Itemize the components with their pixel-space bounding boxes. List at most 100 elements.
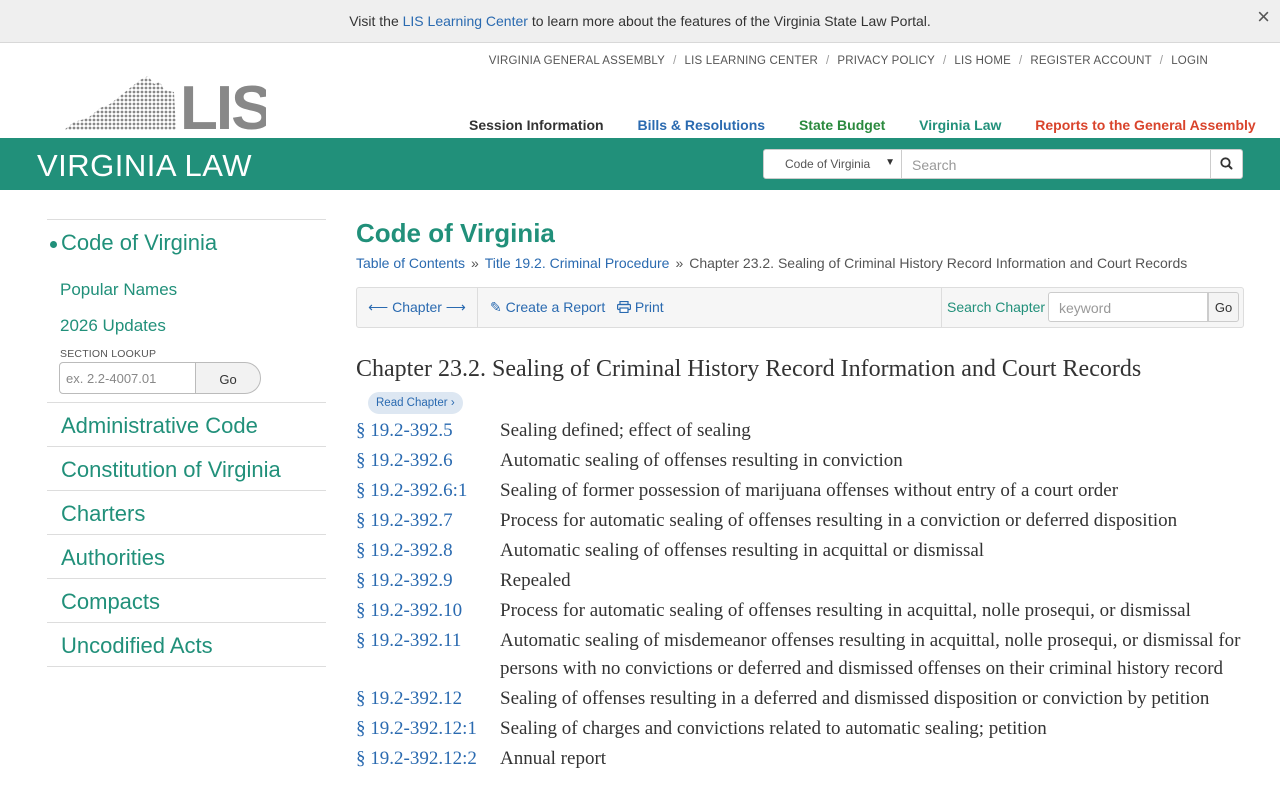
- print-icon: [617, 300, 632, 314]
- breadcrumb-table-of-contents[interactable]: Table of Contents: [356, 255, 465, 271]
- search-scope-value: Code of Virginia: [785, 157, 871, 171]
- sidebar-item-administrative-code[interactable]: Administrative Code: [47, 402, 326, 446]
- list-item: § 19.2-392.12:2 Annual report: [356, 745, 1244, 773]
- section-lookup-go-button[interactable]: Go: [195, 362, 261, 394]
- section-link[interactable]: § 19.2-392.9: [356, 567, 500, 595]
- section-title: Sealing of former possession of marijuan…: [500, 480, 1119, 501]
- chevron-right-icon: ›: [450, 397, 455, 409]
- section-title: Sealing of charges and convictions relat…: [500, 718, 1047, 739]
- utility-link-privacy-policy[interactable]: PRIVACY POLICY: [837, 55, 935, 67]
- chapter-heading: Chapter 23.2. Sealing of Criminal Histor…: [356, 356, 1142, 382]
- chapter-search-go-button[interactable]: Go: [1208, 292, 1239, 322]
- banner-title: VIRGINIA LAW: [37, 148, 253, 183]
- section-title: Automatic sealing of offenses resulting …: [500, 540, 985, 561]
- create-report-button[interactable]: ✎ Create a Report: [490, 288, 605, 327]
- section-link[interactable]: § 19.2-392.12: [356, 685, 500, 713]
- section-link[interactable]: § 19.2-392.12:1: [356, 715, 500, 743]
- section-title: Repealed: [500, 570, 571, 591]
- nav-bills-resolutions[interactable]: Bills & Resolutions: [637, 117, 765, 133]
- utility-link-lis-home[interactable]: LIS HOME: [954, 55, 1011, 67]
- sidebar-active-label: Code of Virginia: [61, 230, 218, 255]
- section-link[interactable]: § 19.2-392.11: [356, 627, 500, 683]
- section-lookup: ex. 2.2-4007.01 Go: [59, 362, 326, 402]
- section-link[interactable]: § 19.2-392.10: [356, 597, 500, 625]
- read-chapter-button[interactable]: Read Chapter ›: [368, 392, 463, 414]
- sidebar-subitem-popular-names[interactable]: Popular Names: [47, 280, 326, 316]
- sidebar: Code of Virginia Popular Names 2026 Upda…: [47, 219, 326, 667]
- utility-separator: /: [1159, 55, 1164, 67]
- read-chapter-label: Read Chapter: [376, 397, 448, 409]
- list-item: § 19.2-392.12:1 Sealing of charges and co…: [356, 715, 1244, 743]
- breadcrumb: Table of Contents » Title 19.2. Criminal P…: [356, 255, 1244, 271]
- prev-chapter-arrow-icon[interactable]: ⟵: [368, 299, 388, 315]
- section-title: Sealing defined; effect of sealing: [500, 420, 751, 441]
- nav-virginia-law[interactable]: Virginia Law: [919, 117, 1001, 133]
- utility-separator: /: [826, 55, 830, 67]
- section-link[interactable]: § 19.2-392.8: [356, 537, 500, 565]
- list-item: § 19.2-392.5 Sealing defined; effect of s…: [356, 417, 1244, 445]
- chapter-search: Search Chapter keyword Go: [941, 288, 1244, 327]
- section-list: § 19.2-392.5 Sealing defined; effect of s…: [356, 417, 1244, 773]
- lis-learning-center-link[interactable]: LIS Learning Center: [403, 13, 528, 29]
- section-link[interactable]: § 19.2-392.6:1: [356, 477, 500, 505]
- lis-logo[interactable]: LIS: [64, 74, 272, 143]
- print-button[interactable]: Print: [617, 288, 664, 327]
- chapter-navigation: ⟵ Chapter ⟶: [357, 288, 478, 327]
- sidebar-item-compacts[interactable]: Compacts: [47, 578, 326, 622]
- search-scope-select[interactable]: Code of Virginia ▼: [763, 149, 902, 179]
- section-link[interactable]: § 19.2-392.5: [356, 417, 500, 445]
- site-search-input[interactable]: Search: [901, 149, 1211, 179]
- chapter-search-input[interactable]: keyword: [1048, 292, 1208, 322]
- page-title: Code of Virginia: [356, 218, 555, 248]
- section-link[interactable]: § 19.2-392.12:2: [356, 745, 500, 773]
- utility-separator: /: [673, 55, 677, 67]
- virginia-law-banner: VIRGINIA LAW Code of Virginia ▼ Search: [0, 138, 1280, 190]
- active-dot-icon: [50, 241, 57, 248]
- section-title: Automatic sealing of misdemeanor offense…: [500, 630, 1241, 679]
- utility-separator: /: [943, 55, 947, 67]
- nav-state-budget[interactable]: State Budget: [799, 117, 885, 133]
- utility-link-general-assembly[interactable]: VIRGINIA GENERAL ASSEMBLY: [489, 55, 665, 67]
- site-search-button[interactable]: [1210, 149, 1243, 179]
- list-item: § 19.2-392.10 Process for automatic seali…: [356, 597, 1244, 625]
- virginia-map-logo-icon: LIS: [64, 74, 272, 143]
- breadcrumb-separator: »: [470, 255, 479, 271]
- section-lookup-input[interactable]: ex. 2.2-4007.01: [59, 362, 196, 394]
- sidebar-divider: [47, 666, 326, 667]
- chapter-toolbar: ⟵ Chapter ⟶ ✎ Create a Report Print Sear…: [356, 287, 1244, 328]
- sidebar-item-authorities[interactable]: Authorities: [47, 534, 326, 578]
- close-icon[interactable]: ×: [1257, 6, 1270, 28]
- next-chapter-arrow-icon[interactable]: ⟶: [446, 299, 466, 315]
- logo-text: LIS: [180, 74, 266, 132]
- chapter-nav-label: Chapter: [392, 299, 442, 315]
- search-icon: [1220, 157, 1233, 170]
- list-item: § 19.2-392.8 Automatic sealing of offense…: [356, 537, 1244, 565]
- list-item: § 19.2-392.7 Process for automatic sealin…: [356, 507, 1244, 535]
- print-label: Print: [634, 299, 664, 315]
- list-item: § 19.2-392.6:1 Sealing of former possessi…: [356, 477, 1244, 505]
- sidebar-subitem-2026-updates[interactable]: 2026 Updates: [47, 316, 326, 352]
- announcement-text: Visit the LIS Learning Center to learn m…: [0, 13, 1280, 29]
- utility-link-login[interactable]: LOGIN: [1171, 55, 1208, 67]
- section-title: Annual report: [500, 748, 607, 769]
- nav-reports[interactable]: Reports to the General Assembly: [1035, 117, 1255, 133]
- breadcrumb-separator: »: [675, 255, 684, 271]
- announcement-bar: Visit the LIS Learning Center to learn m…: [0, 0, 1280, 43]
- utility-separator: /: [1018, 55, 1023, 67]
- section-link[interactable]: § 19.2-392.7: [356, 507, 500, 535]
- sidebar-item-code-of-virginia[interactable]: Code of Virginia: [47, 220, 326, 280]
- section-link[interactable]: § 19.2-392.6: [356, 447, 500, 475]
- sidebar-item-constitution[interactable]: Constitution of Virginia: [47, 446, 326, 490]
- list-item: § 19.2-392.11 Automatic sealing of misdem…: [356, 627, 1244, 683]
- utility-link-register-account[interactable]: REGISTER ACCOUNT: [1030, 55, 1151, 67]
- main-nav: Session Information Bills & Resolutions …: [469, 117, 1256, 133]
- sidebar-item-charters[interactable]: Charters: [47, 490, 326, 534]
- utility-nav: VIRGINIA GENERAL ASSEMBLY / LIS LEARNING C…: [489, 55, 1208, 67]
- breadcrumb-title-19-2[interactable]: Title 19.2. Criminal Procedure: [485, 255, 670, 271]
- nav-session-information[interactable]: Session Information: [469, 117, 604, 133]
- sidebar-item-uncodified-acts[interactable]: Uncodified Acts: [47, 622, 326, 666]
- section-title: Process for automatic sealing of offense…: [500, 510, 1178, 531]
- main-content: Code of Virginia Table of Contents » Title…: [356, 218, 1244, 775]
- utility-link-learning-center[interactable]: LIS LEARNING CENTER: [684, 55, 818, 67]
- chevron-down-icon: ▼: [885, 157, 895, 168]
